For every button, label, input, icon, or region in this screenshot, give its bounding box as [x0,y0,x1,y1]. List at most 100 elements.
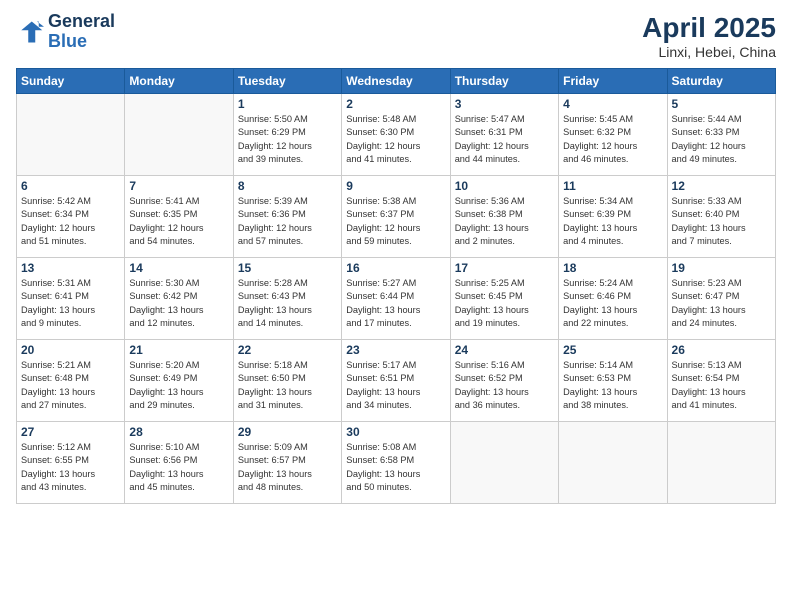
weekday-header-friday: Friday [559,69,667,94]
day-info: Sunrise: 5:28 AM Sunset: 6:43 PM Dayligh… [238,277,337,330]
calendar-cell: 26 Sunrise: 5:13 AM Sunset: 6:54 PM Dayli… [667,340,775,422]
day-info: Sunrise: 5:13 AM Sunset: 6:54 PM Dayligh… [672,359,771,412]
calendar-cell [125,94,233,176]
day-number: 4 [563,97,662,111]
day-number: 30 [346,425,445,439]
day-number: 29 [238,425,337,439]
weekday-header-monday: Monday [125,69,233,94]
day-number: 22 [238,343,337,357]
calendar-cell: 12 Sunrise: 5:33 AM Sunset: 6:40 PM Dayli… [667,176,775,258]
calendar-cell: 20 Sunrise: 5:21 AM Sunset: 6:48 PM Dayli… [17,340,125,422]
weekday-header-thursday: Thursday [450,69,558,94]
day-info: Sunrise: 5:41 AM Sunset: 6:35 PM Dayligh… [129,195,228,248]
calendar-cell: 13 Sunrise: 5:31 AM Sunset: 6:41 PM Dayli… [17,258,125,340]
calendar-cell: 1 Sunrise: 5:50 AM Sunset: 6:29 PM Daylig… [233,94,341,176]
calendar-cell [667,422,775,504]
calendar-cell: 29 Sunrise: 5:09 AM Sunset: 6:57 PM Dayli… [233,422,341,504]
calendar-cell: 25 Sunrise: 5:14 AM Sunset: 6:53 PM Dayli… [559,340,667,422]
day-info: Sunrise: 5:21 AM Sunset: 6:48 PM Dayligh… [21,359,120,412]
logo-text: General Blue [48,12,115,52]
calendar-cell: 7 Sunrise: 5:41 AM Sunset: 6:35 PM Daylig… [125,176,233,258]
day-number: 6 [21,179,120,193]
calendar-cell: 22 Sunrise: 5:18 AM Sunset: 6:50 PM Dayli… [233,340,341,422]
day-number: 26 [672,343,771,357]
week-row-4: 20 Sunrise: 5:21 AM Sunset: 6:48 PM Dayli… [17,340,776,422]
calendar-cell: 19 Sunrise: 5:23 AM Sunset: 6:47 PM Dayli… [667,258,775,340]
calendar-cell [559,422,667,504]
page: General Blue April 2025 Linxi, Hebei, Ch… [0,0,792,612]
day-number: 9 [346,179,445,193]
day-info: Sunrise: 5:14 AM Sunset: 6:53 PM Dayligh… [563,359,662,412]
day-number: 20 [21,343,120,357]
week-row-2: 6 Sunrise: 5:42 AM Sunset: 6:34 PM Daylig… [17,176,776,258]
day-info: Sunrise: 5:48 AM Sunset: 6:30 PM Dayligh… [346,113,445,166]
calendar-cell: 5 Sunrise: 5:44 AM Sunset: 6:33 PM Daylig… [667,94,775,176]
day-info: Sunrise: 5:50 AM Sunset: 6:29 PM Dayligh… [238,113,337,166]
day-number: 18 [563,261,662,275]
day-info: Sunrise: 5:18 AM Sunset: 6:50 PM Dayligh… [238,359,337,412]
day-number: 14 [129,261,228,275]
calendar-subtitle: Linxi, Hebei, China [642,44,776,60]
day-number: 19 [672,261,771,275]
calendar-cell: 10Sunrise: 5:36 AM Sunset: 6:38 PM Dayli… [450,176,558,258]
logo-icon [16,18,44,46]
calendar-table: SundayMondayTuesdayWednesdayThursdayFrid… [16,68,776,504]
day-number: 2 [346,97,445,111]
day-number: 21 [129,343,228,357]
day-info: Sunrise: 5:33 AM Sunset: 6:40 PM Dayligh… [672,195,771,248]
calendar-cell: 2 Sunrise: 5:48 AM Sunset: 6:30 PM Daylig… [342,94,450,176]
day-number: 12 [672,179,771,193]
day-info: Sunrise: 5:12 AM Sunset: 6:55 PM Dayligh… [21,441,120,494]
calendar-cell [17,94,125,176]
day-number: 13 [21,261,120,275]
calendar-cell: 17 Sunrise: 5:25 AM Sunset: 6:45 PM Dayli… [450,258,558,340]
calendar-cell: 24 Sunrise: 5:16 AM Sunset: 6:52 PM Dayli… [450,340,558,422]
week-row-1: 1 Sunrise: 5:50 AM Sunset: 6:29 PM Daylig… [17,94,776,176]
day-info: Sunrise: 5:24 AM Sunset: 6:46 PM Dayligh… [563,277,662,330]
calendar-cell: 11Sunrise: 5:34 AM Sunset: 6:39 PM Dayli… [559,176,667,258]
calendar-cell: 15 Sunrise: 5:28 AM Sunset: 6:43 PM Dayli… [233,258,341,340]
day-info: Sunrise: 5:45 AM Sunset: 6:32 PM Dayligh… [563,113,662,166]
weekday-header-wednesday: Wednesday [342,69,450,94]
weekday-header-sunday: Sunday [17,69,125,94]
day-info: Sunrise: 5:16 AM Sunset: 6:52 PM Dayligh… [455,359,554,412]
calendar-cell: 3Sunrise: 5:47 AM Sunset: 6:31 PM Daylig… [450,94,558,176]
day-info: Sunrise: 5:25 AM Sunset: 6:45 PM Dayligh… [455,277,554,330]
calendar-cell [450,422,558,504]
day-number: 16 [346,261,445,275]
day-number: 11 [563,179,662,193]
logo: General Blue [16,12,115,52]
day-info: Sunrise: 5:10 AM Sunset: 6:56 PM Dayligh… [129,441,228,494]
calendar-cell: 8Sunrise: 5:39 AM Sunset: 6:36 PM Daylig… [233,176,341,258]
day-number: 1 [238,97,337,111]
day-info: Sunrise: 5:23 AM Sunset: 6:47 PM Dayligh… [672,277,771,330]
calendar-cell: 23 Sunrise: 5:17 AM Sunset: 6:51 PM Dayli… [342,340,450,422]
weekday-header-row: SundayMondayTuesdayWednesdayThursdayFrid… [17,69,776,94]
day-number: 24 [455,343,554,357]
weekday-header-saturday: Saturday [667,69,775,94]
calendar-cell: 18 Sunrise: 5:24 AM Sunset: 6:46 PM Dayli… [559,258,667,340]
week-row-5: 27 Sunrise: 5:12 AM Sunset: 6:55 PM Dayli… [17,422,776,504]
calendar-cell: 14 Sunrise: 5:30 AM Sunset: 6:42 PM Dayli… [125,258,233,340]
day-number: 25 [563,343,662,357]
day-info: Sunrise: 5:38 AM Sunset: 6:37 PM Dayligh… [346,195,445,248]
day-info: Sunrise: 5:09 AM Sunset: 6:57 PM Dayligh… [238,441,337,494]
calendar-cell: 27 Sunrise: 5:12 AM Sunset: 6:55 PM Dayli… [17,422,125,504]
day-info: Sunrise: 5:39 AM Sunset: 6:36 PM Dayligh… [238,195,337,248]
day-number: 23 [346,343,445,357]
calendar-cell: 9 Sunrise: 5:38 AM Sunset: 6:37 PM Daylig… [342,176,450,258]
day-number: 5 [672,97,771,111]
day-info: Sunrise: 5:20 AM Sunset: 6:49 PM Dayligh… [129,359,228,412]
calendar-cell: 21 Sunrise: 5:20 AM Sunset: 6:49 PM Dayli… [125,340,233,422]
day-number: 15 [238,261,337,275]
day-info: Sunrise: 5:17 AM Sunset: 6:51 PM Dayligh… [346,359,445,412]
day-number: 27 [21,425,120,439]
day-info: Sunrise: 5:31 AM Sunset: 6:41 PM Dayligh… [21,277,120,330]
day-info: Sunrise: 5:44 AM Sunset: 6:33 PM Dayligh… [672,113,771,166]
day-number: 7 [129,179,228,193]
day-number: 17 [455,261,554,275]
day-info: Sunrise: 5:42 AM Sunset: 6:34 PM Dayligh… [21,195,120,248]
day-number: 28 [129,425,228,439]
day-info: Sunrise: 5:30 AM Sunset: 6:42 PM Dayligh… [129,277,228,330]
day-info: Sunrise: 5:08 AM Sunset: 6:58 PM Dayligh… [346,441,445,494]
